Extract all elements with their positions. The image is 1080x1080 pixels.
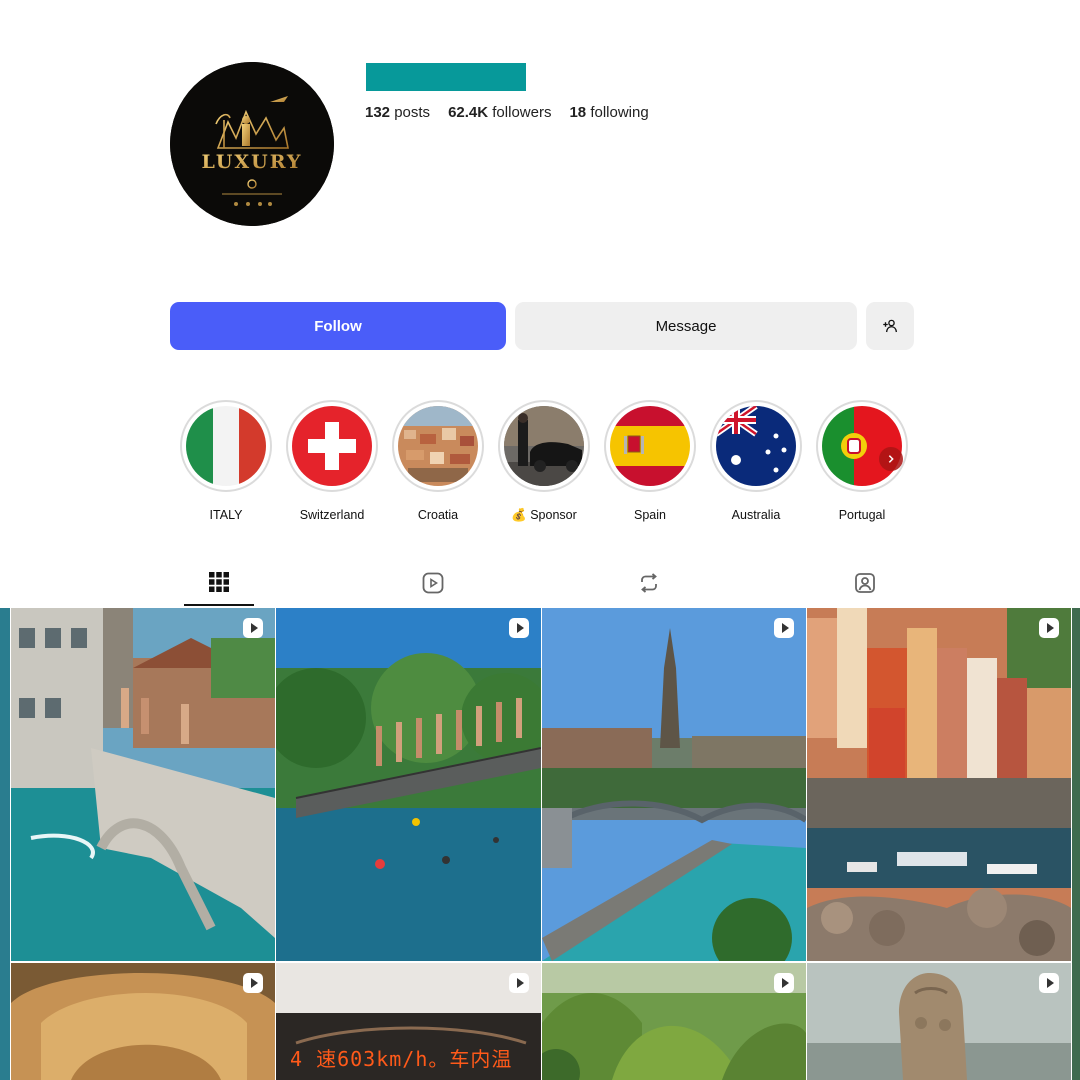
post-tile[interactable]	[11, 608, 275, 961]
post-overlay-text: 4 速603km/h。车内温	[290, 1047, 513, 1071]
reels-icon	[422, 572, 444, 594]
highlight-label: Switzerland	[299, 508, 365, 522]
highlight-sponsor[interactable]: 💰 Sponsor	[498, 400, 590, 523]
spain-flag-icon	[610, 406, 690, 486]
highlight-label: Spain	[634, 508, 666, 522]
posts-label: posts	[394, 104, 431, 121]
reel-icon	[1039, 973, 1059, 993]
switzerland-flag-icon	[292, 406, 372, 486]
highlight-label: ITALY	[209, 508, 243, 522]
highlight-label: 💰 Sponsor	[511, 508, 577, 522]
posts-grid: 4 速603km/h。车内温	[0, 608, 1080, 1080]
follow-button[interactable]: Follow	[170, 302, 506, 350]
croatia-city-photo	[398, 406, 478, 486]
australia-flag-icon	[716, 406, 796, 486]
chevron-right-icon	[888, 455, 894, 463]
highlight-italy[interactable]: ITALY	[180, 400, 272, 523]
followers-label: followers	[492, 104, 552, 121]
reel-icon	[243, 618, 263, 638]
tagged-icon	[855, 573, 875, 593]
highlight-label: Australia	[731, 508, 781, 522]
post-photo	[807, 963, 1071, 1080]
grid-icon	[209, 572, 229, 592]
tab-reposts[interactable]	[614, 560, 684, 606]
following-count[interactable]: 18 following	[569, 104, 648, 121]
tab-reels[interactable]	[398, 560, 468, 606]
reel-icon	[509, 618, 529, 638]
post-tile[interactable]	[276, 608, 541, 961]
reel-icon	[243, 973, 263, 993]
following-value: 18	[569, 104, 587, 121]
post-photo	[11, 608, 275, 961]
post-photo	[11, 963, 275, 1080]
suggest-people-button[interactable]	[866, 302, 914, 350]
reel-icon	[774, 973, 794, 993]
offscreen-post-sliver	[0, 608, 10, 1080]
repost-icon	[641, 573, 657, 593]
post-photo	[807, 608, 1071, 961]
post-tile[interactable]	[807, 608, 1071, 961]
highlight-switzerland[interactable]: Switzerland	[286, 400, 378, 523]
offscreen-post-sliver	[1072, 608, 1080, 1080]
posts-count[interactable]: 132 posts	[365, 104, 430, 121]
highlight-australia[interactable]: Australia	[710, 400, 802, 523]
reel-icon	[774, 618, 794, 638]
tab-posts[interactable]	[184, 560, 254, 606]
post-tile[interactable]: 4 速603km/h。车内温	[276, 963, 541, 1080]
post-photo	[542, 963, 806, 1080]
username-redacted	[366, 63, 526, 91]
followers-count[interactable]: 62.4K followers	[448, 104, 551, 121]
message-button[interactable]: Message	[515, 302, 857, 350]
portugal-flag-icon	[822, 406, 902, 486]
highlight-label: Croatia	[417, 508, 459, 522]
highlight-spain[interactable]: Spain	[604, 400, 696, 523]
posts-value: 132	[365, 104, 391, 121]
post-photo	[276, 608, 541, 961]
profile-tabs	[0, 560, 1080, 608]
profile-stats: 132 posts 62.4K followers 18 following	[365, 104, 649, 121]
luxury-logo: LUXURY	[170, 62, 334, 226]
highlight-croatia[interactable]: Croatia	[392, 400, 484, 523]
post-tile[interactable]	[542, 963, 806, 1080]
post-tile[interactable]	[542, 608, 806, 961]
following-label: following	[590, 104, 649, 121]
reel-icon	[1039, 618, 1059, 638]
followers-value: 62.4K	[448, 104, 489, 121]
profile-page: LUXURY 132 posts 62.4K followers 18 foll…	[0, 0, 1080, 1080]
profile-avatar[interactable]: LUXURY	[170, 62, 334, 226]
reel-icon	[509, 973, 529, 993]
post-tile[interactable]	[807, 963, 1071, 1080]
italy-flag-icon	[186, 406, 266, 486]
post-tile[interactable]	[11, 963, 275, 1080]
sponsor-car-photo	[504, 406, 584, 486]
avatar-logo-text: LUXURY	[202, 151, 303, 173]
tab-tagged[interactable]	[830, 560, 900, 606]
add-person-icon	[883, 319, 898, 333]
highlights-next-button[interactable]	[879, 447, 903, 471]
post-photo	[542, 608, 806, 961]
story-highlights: ITALY Switzerland Croatia 💰 Sponsor Spai…	[180, 400, 908, 523]
highlight-label: Portugal	[838, 508, 886, 522]
